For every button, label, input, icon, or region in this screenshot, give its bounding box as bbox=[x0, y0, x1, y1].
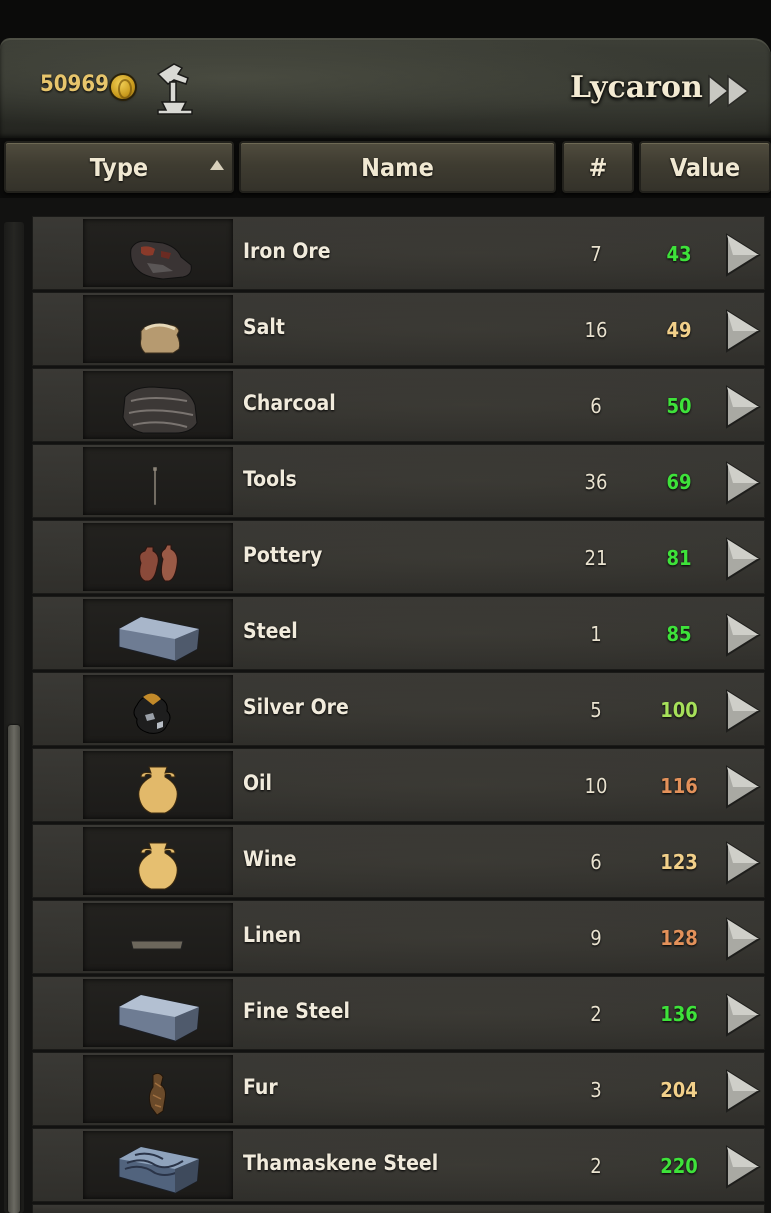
list-item[interactable]: Silver Ore 5 100 bbox=[32, 672, 765, 746]
smithing-hammer-icon[interactable] bbox=[152, 58, 200, 118]
sell-arrow-icon[interactable] bbox=[723, 839, 763, 887]
sell-arrow-icon[interactable] bbox=[723, 231, 763, 279]
item-count: 5 bbox=[590, 698, 602, 722]
item-count: 9 bbox=[590, 926, 602, 950]
trade-screen: 50969 Lycaron Type Name # Value Iron Ore… bbox=[0, 0, 771, 1213]
sell-arrow-icon[interactable] bbox=[723, 1143, 763, 1191]
item-value: 116 bbox=[660, 774, 698, 798]
item-count: 1 bbox=[590, 622, 602, 646]
item-name: Linen bbox=[243, 923, 302, 947]
item-name: Steel bbox=[243, 619, 298, 643]
item-value: 220 bbox=[660, 1154, 698, 1178]
list-item[interactable]: Fur 3 204 bbox=[32, 1052, 765, 1126]
sell-arrow-icon[interactable] bbox=[723, 763, 763, 811]
list-item[interactable]: Linen 9 128 bbox=[32, 900, 765, 974]
list-item[interactable]: Wine 6 123 bbox=[32, 824, 765, 898]
item-name: Fine Steel bbox=[243, 999, 350, 1023]
list-item[interactable]: Salt 16 49 bbox=[32, 292, 765, 366]
silver-ore-icon bbox=[83, 675, 233, 743]
item-value: 123 bbox=[660, 850, 698, 874]
item-count: 6 bbox=[590, 850, 602, 874]
settlement-name: Lycaron bbox=[570, 70, 703, 105]
tools-icon bbox=[83, 447, 233, 515]
oil-amphora-icon bbox=[83, 751, 233, 819]
fast-forward-icon[interactable] bbox=[706, 72, 752, 110]
wine-amphora-icon bbox=[83, 827, 233, 895]
list-item[interactable]: Pottery 21 81 bbox=[32, 520, 765, 594]
column-header-type-label: Type bbox=[89, 152, 149, 182]
sell-arrow-icon[interactable] bbox=[723, 687, 763, 735]
item-name: Oil bbox=[243, 771, 272, 795]
item-value: 100 bbox=[660, 698, 698, 722]
sell-arrow-icon[interactable] bbox=[723, 611, 763, 659]
item-value: 204 bbox=[660, 1078, 698, 1102]
list-item[interactable]: Tools 36 69 bbox=[32, 444, 765, 518]
column-header-type[interactable]: Type bbox=[4, 141, 234, 193]
charcoal-icon bbox=[83, 371, 233, 439]
column-header-name-label: Name bbox=[361, 152, 434, 182]
item-value: 49 bbox=[666, 318, 692, 342]
salt-sack-icon bbox=[83, 295, 233, 363]
item-value: 85 bbox=[666, 622, 692, 646]
item-name: Pottery bbox=[243, 543, 323, 567]
item-count: 2 bbox=[590, 1002, 602, 1026]
sell-arrow-icon[interactable] bbox=[723, 1067, 763, 1115]
iron-ore-icon bbox=[83, 219, 233, 287]
item-value: 69 bbox=[666, 470, 692, 494]
item-count: 7 bbox=[590, 242, 602, 266]
sell-arrow-icon[interactable] bbox=[723, 915, 763, 963]
fur-icon bbox=[83, 1055, 233, 1123]
fine-steel-ingot-icon bbox=[83, 979, 233, 1047]
list-item[interactable]: Charcoal 6 50 bbox=[32, 368, 765, 442]
item-name: Silver Ore bbox=[243, 695, 349, 719]
list-item[interactable]: Thamaskene Steel 2 220 bbox=[32, 1128, 765, 1202]
column-header-value[interactable]: Value bbox=[639, 141, 771, 193]
sell-arrow-icon[interactable] bbox=[723, 459, 763, 507]
gold-amount: 50969 bbox=[40, 72, 109, 97]
linen-icon bbox=[83, 903, 233, 971]
item-count: 3 bbox=[590, 1078, 602, 1102]
thamaskene-steel-ingot-icon bbox=[83, 1131, 233, 1199]
list-item-partial bbox=[32, 1204, 765, 1213]
sell-arrow-icon[interactable] bbox=[723, 383, 763, 431]
item-name: Salt bbox=[243, 315, 285, 339]
list-item[interactable]: Fine Steel 2 136 bbox=[32, 976, 765, 1050]
steel-ingot-icon bbox=[83, 599, 233, 667]
list-item[interactable]: Iron Ore 7 43 bbox=[32, 216, 765, 290]
column-header-value-label: Value bbox=[669, 152, 741, 182]
list-item[interactable]: Steel 1 85 bbox=[32, 596, 765, 670]
column-header-name[interactable]: Name bbox=[239, 141, 556, 193]
item-count: 6 bbox=[590, 394, 602, 418]
item-count: 16 bbox=[584, 318, 608, 342]
list-item[interactable]: Oil 10 116 bbox=[32, 748, 765, 822]
item-count: 10 bbox=[584, 774, 608, 798]
scrollbar-thumb[interactable] bbox=[8, 725, 20, 1213]
item-count: 2 bbox=[590, 1154, 602, 1178]
sell-arrow-icon[interactable] bbox=[723, 535, 763, 583]
item-name: Iron Ore bbox=[243, 239, 331, 263]
item-name: Charcoal bbox=[243, 391, 336, 415]
sell-arrow-icon[interactable] bbox=[723, 307, 763, 355]
item-count: 36 bbox=[584, 470, 608, 494]
item-name: Thamaskene Steel bbox=[243, 1151, 439, 1175]
sort-ascending-icon bbox=[210, 160, 224, 170]
item-name: Tools bbox=[243, 467, 297, 491]
item-value: 50 bbox=[666, 394, 692, 418]
item-value: 43 bbox=[666, 242, 692, 266]
column-header-count[interactable]: # bbox=[562, 141, 634, 193]
item-value: 81 bbox=[666, 546, 692, 570]
item-count: 21 bbox=[584, 546, 608, 570]
column-header-count-label: # bbox=[588, 152, 608, 182]
item-value: 128 bbox=[660, 926, 698, 950]
gold-coin-icon bbox=[111, 75, 135, 99]
item-value: 136 bbox=[660, 1002, 698, 1026]
item-name: Wine bbox=[243, 847, 297, 871]
pottery-icon bbox=[83, 523, 233, 591]
sell-arrow-icon[interactable] bbox=[723, 991, 763, 1039]
item-name: Fur bbox=[243, 1075, 278, 1099]
